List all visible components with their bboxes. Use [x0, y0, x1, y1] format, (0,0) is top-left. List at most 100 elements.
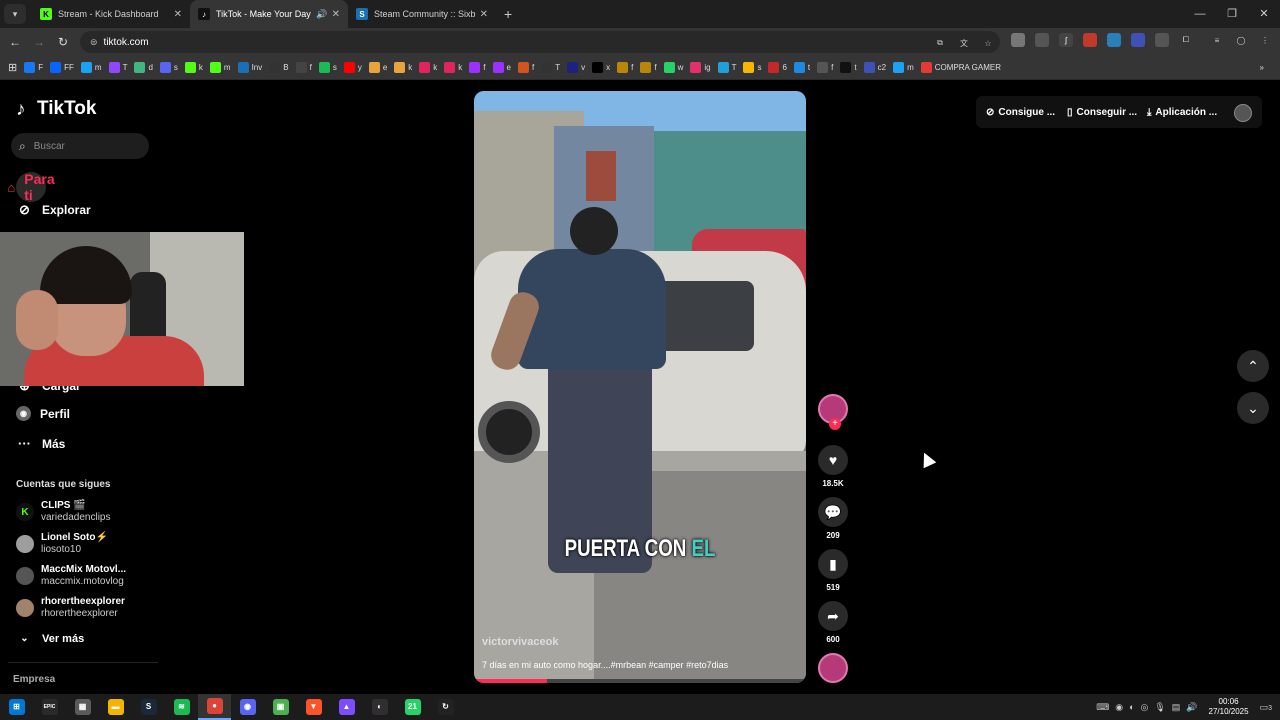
taskbar-whatsapp[interactable]: 21 [396, 694, 429, 720]
reload-icon[interactable]: ↻ [51, 35, 75, 49]
translate-icon[interactable]: 文 [957, 36, 971, 50]
media-icon[interactable]: ≡ [1210, 33, 1224, 47]
extension-icon[interactable] [1083, 33, 1097, 47]
bookmark-item[interactable]: f [817, 62, 833, 73]
steam-tray-icon[interactable]: ◎ [1141, 702, 1149, 713]
bookmark-item[interactable]: s [743, 62, 761, 73]
bookmark-item[interactable]: Inv [237, 62, 262, 73]
next-video-button[interactable]: ⌄ [1237, 392, 1269, 424]
following-account[interactable]: K CLIPS 🎬 variedadenclips [16, 500, 111, 524]
following-account[interactable]: rhorertheexplorer rhorertheexplorer [16, 596, 125, 620]
close-icon[interactable]: ✕ [174, 9, 182, 20]
taskbar-steam[interactable]: S [132, 694, 165, 720]
bookmark-item[interactable]: f [617, 62, 633, 73]
tab-steam-community[interactable]: S Steam Community :: Sixbullets ✕ [348, 0, 496, 28]
bookmark-item[interactable]: s [159, 62, 178, 73]
tab-kick-dashboard[interactable]: K Stream - Kick Dashboard ✕ [32, 0, 190, 28]
install-icon[interactable]: ⧉ [933, 36, 947, 50]
bookmark-item[interactable]: v [567, 62, 585, 73]
notification-icon[interactable]: ▭3 [1260, 702, 1272, 713]
see-more-button[interactable]: ⌄ Ver más [16, 630, 84, 647]
clock[interactable]: 00:06 27/10/2025 [1209, 697, 1249, 717]
taskbar-stream-app[interactable]: ▲ [330, 694, 363, 720]
nav-for-you[interactable]: ⌂ Para ti [7, 171, 54, 203]
bookmark-item[interactable]: f [640, 62, 657, 73]
menu-icon[interactable]: ⋮ [1258, 33, 1272, 47]
previous-video-button[interactable]: ⌃ [1237, 350, 1269, 382]
forward-icon[interactable]: → [27, 35, 51, 49]
bookmark-item[interactable]: e [368, 62, 387, 73]
speaker-icon[interactable]: 🔊 [316, 9, 327, 20]
extension-icon[interactable] [1035, 33, 1049, 47]
bookmark-item[interactable]: k [394, 62, 412, 73]
search-input[interactable]: ⌕ Buscar [11, 133, 149, 159]
video-progress-bar[interactable] [474, 679, 806, 683]
extension-icon[interactable] [1107, 33, 1121, 47]
bookmark-item[interactable]: y [343, 62, 362, 73]
creator-avatar[interactable]: + [814, 394, 852, 430]
video-username[interactable]: victorvivaceok [482, 636, 558, 648]
nav-more[interactable]: ··· Más [16, 435, 65, 452]
bookmark-item[interactable]: t [793, 62, 810, 73]
following-account[interactable]: Lionel Soto⚡ liosoto10 [16, 532, 108, 556]
bookmark-item[interactable]: m [80, 62, 102, 73]
window-close-icon[interactable]: ✕ [1248, 0, 1280, 28]
taskbar-chrome[interactable]: ● [198, 694, 231, 720]
bookmark-item[interactable]: m [209, 62, 231, 73]
puzzle-icon[interactable]: ⧠ [1179, 33, 1193, 47]
volume-icon[interactable]: 🔊 [1186, 702, 1197, 713]
new-tab-button[interactable]: + [504, 6, 512, 22]
nav-profile[interactable]: ◉ Perfil [16, 406, 70, 421]
star-icon[interactable]: ☆ [981, 36, 995, 50]
back-icon[interactable]: ← [3, 35, 27, 49]
tab-search-button[interactable]: ▾ [4, 4, 26, 24]
user-avatar[interactable] [1234, 104, 1252, 122]
bookmark-item[interactable]: w [663, 62, 683, 73]
bookmark-item[interactable]: c2 [863, 62, 886, 73]
bookmark-item[interactable]: f [295, 62, 312, 73]
extension-icon[interactable] [1131, 33, 1145, 47]
bookmark-item[interactable]: x [592, 62, 610, 73]
video-player[interactable]: PUERTA CON EL victorvivaceok 7 días en m… [474, 91, 806, 683]
bookmark-item[interactable]: k [419, 62, 437, 73]
bookmark-item[interactable]: m [893, 62, 914, 73]
tab-tiktok[interactable]: ♪ TikTok - Make Your Day 🔊 ✕ [190, 0, 348, 28]
discord-tray-icon[interactable]: ◉ [1115, 702, 1123, 713]
app-download-button[interactable]: ⤓ Aplicación ... [1147, 98, 1217, 126]
bookmark-item[interactable]: FF [50, 62, 74, 73]
apps-grid-icon[interactable]: ⊞ [8, 61, 17, 74]
close-icon[interactable]: ✕ [332, 9, 340, 20]
taskbar-spotify[interactable]: ≋ [165, 694, 198, 720]
bookmark-item[interactable]: f [469, 62, 486, 73]
bookmark-item[interactable]: k [184, 62, 203, 73]
taskbar-epic-games[interactable]: EPIC [33, 694, 66, 720]
footer-link-company[interactable]: Empresa [13, 674, 55, 685]
extension-icon[interactable] [1011, 33, 1025, 47]
bookmark-item[interactable]: t [840, 62, 857, 73]
restore-icon[interactable]: ❐ [1216, 0, 1248, 28]
address-bar[interactable]: ⊜ tiktok.com ⧉ 文 ☆ [80, 31, 1000, 53]
nav-explore[interactable]: ⊘ Explorar [16, 201, 91, 218]
site-info-icon[interactable]: ⊜ [90, 37, 98, 48]
taskbar-minecraft[interactable]: ▣ [264, 694, 297, 720]
bookmark-item[interactable]: COMPRA GAMER [920, 62, 1001, 73]
following-account[interactable]: MaccMix Motovl... maccmix.motovlog [16, 564, 126, 588]
profile-icon[interactable]: ◯ [1234, 33, 1248, 47]
taskbar-brave[interactable]: ▼ [297, 694, 330, 720]
taskbar-obs[interactable]: ◐ [363, 694, 396, 720]
minimize-icon[interactable]: — [1184, 0, 1216, 28]
bookmark-item[interactable]: ig [690, 62, 711, 73]
taskbar-file-explorer[interactable]: ▬ [99, 694, 132, 720]
bookmark-item[interactable]: s [318, 62, 337, 73]
keyboard-icon[interactable]: ⌨ [1096, 702, 1109, 713]
extension-icon[interactable] [1155, 33, 1169, 47]
share-button[interactable]: ➦ 600 [814, 601, 852, 644]
taskbar-discord[interactable]: ◉ [231, 694, 264, 720]
network-tray-icon[interactable]: ◐ [1129, 702, 1134, 712]
bookmark-item[interactable]: k [444, 62, 462, 73]
sound-disc[interactable] [814, 653, 852, 683]
extension-icon[interactable]: ʃ [1059, 33, 1073, 47]
bookmarks-overflow-icon[interactable]: » [1260, 63, 1264, 72]
bookmark-item[interactable]: F [24, 62, 43, 73]
bookmark-item[interactable]: T [541, 62, 560, 73]
